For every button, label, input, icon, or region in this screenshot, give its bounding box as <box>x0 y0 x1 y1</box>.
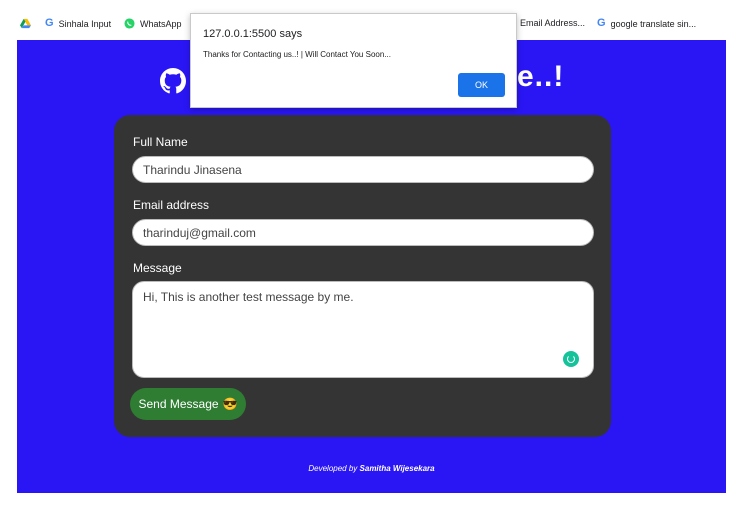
bookmark-drive[interactable] <box>20 18 31 29</box>
google-drive-icon <box>20 18 31 29</box>
alert-dialog: 127.0.0.1:5500 says Thanks for Contactin… <box>190 13 517 108</box>
bookmark-label: Email Address... <box>520 18 586 28</box>
whatsapp-icon <box>124 18 135 29</box>
bookmark-label: google translate sin... <box>610 18 697 29</box>
footer-prefix: Developed by <box>308 464 358 473</box>
bookmark-label: WhatsApp <box>140 18 182 29</box>
ok-button[interactable]: OK <box>458 73 505 97</box>
github-icon <box>160 68 186 94</box>
full-name-input[interactable]: Tharindu Jinasena <box>132 156 594 183</box>
footer-credit: Developed by Samitha Wijesekara <box>17 464 726 473</box>
message-text: Hi, This is another test message by me. <box>143 290 354 304</box>
footer-author: Samitha Wijesekara <box>359 464 435 473</box>
send-label: Send Message <box>138 397 219 411</box>
email-label: Email address <box>133 198 210 212</box>
bookmark-whatsapp[interactable]: WhatsApp <box>124 18 182 29</box>
send-message-button[interactable]: Send Message 😎 <box>130 388 246 420</box>
full-name-label: Full Name <box>133 135 188 149</box>
message-textarea[interactable]: Hi, This is another test message by me. <box>132 281 594 378</box>
google-icon: G <box>45 17 54 29</box>
email-input[interactable]: tharinduj@gmail.com <box>132 219 594 246</box>
message-label: Message <box>133 261 182 275</box>
bookmark-sinhala-input[interactable]: G Sinhala Input <box>45 18 111 29</box>
bookmark-email-address[interactable]: Email Address... <box>520 18 585 28</box>
grammarly-icon[interactable] <box>563 351 579 367</box>
heading-text: e..! <box>517 60 565 93</box>
google-icon: G <box>597 17 606 29</box>
dialog-title: 127.0.0.1:5500 says <box>203 28 303 40</box>
bookmark-google-translate[interactable]: G google translate sin... <box>597 18 696 29</box>
bookmark-label: Sinhala Input <box>58 18 112 29</box>
sunglasses-emoji-icon: 😎 <box>222 397 238 411</box>
dialog-message: Thanks for Contacting us..! | Will Conta… <box>203 50 391 59</box>
contact-form: Full Name Tharindu Jinasena Email addres… <box>114 115 611 437</box>
